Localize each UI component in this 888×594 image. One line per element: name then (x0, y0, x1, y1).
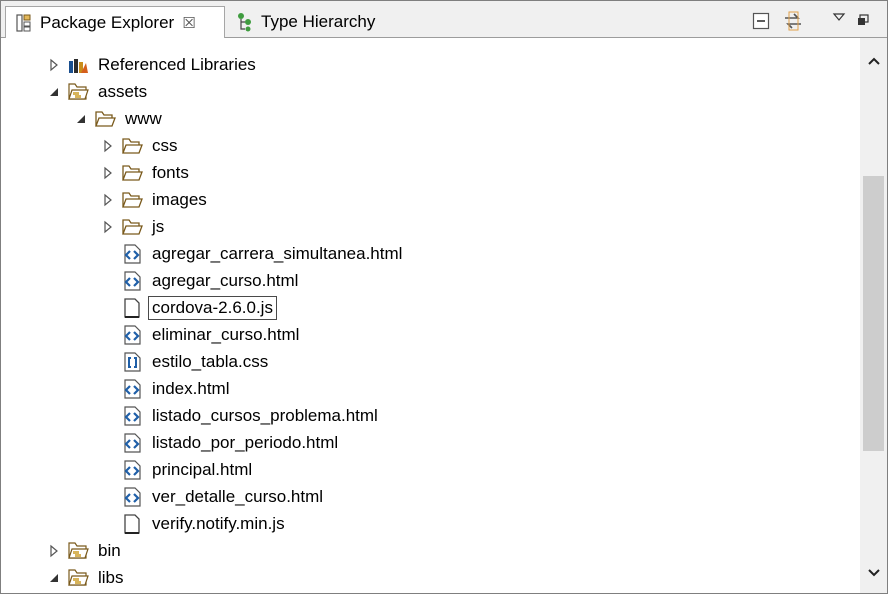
js-file-icon (121, 513, 143, 535)
folder-icon (121, 216, 143, 238)
tree-item[interactable]: agregar_curso.html (101, 267, 301, 294)
tree-item-label: index.html (152, 378, 230, 398)
collapse-all-icon[interactable] (750, 10, 772, 32)
tree-item[interactable]: libs (47, 564, 127, 591)
tree-item[interactable]: index.html (101, 375, 232, 402)
tree-item-label: Referenced Libraries (98, 54, 256, 74)
library-icon (67, 54, 89, 76)
tree-item-label: ver_detalle_curso.html (152, 486, 324, 506)
collapsed-arrow-icon[interactable] (101, 220, 115, 234)
tree-item-label: js (152, 216, 165, 236)
vertical-scrollbar[interactable] (860, 38, 887, 593)
tree-item-label: estilo_tabla.css (152, 351, 269, 371)
view-tab-bar: Package Explorer ☒ Type Hierarchy (1, 1, 887, 38)
tree-item[interactable]: bin (47, 537, 124, 564)
tree-item[interactable]: images (101, 186, 210, 213)
tree-item-label: agregar_curso.html (152, 270, 299, 290)
tab-package-explorer[interactable]: Package Explorer ☒ (5, 6, 225, 38)
tree-item[interactable]: verify.notify.min.js (101, 510, 288, 537)
html-file-icon (121, 378, 143, 400)
chevron-down-icon[interactable] (865, 564, 882, 581)
tree-item[interactable]: ver_detalle_curso.html (101, 483, 326, 510)
html-file-icon (121, 405, 143, 427)
html-file-icon (121, 432, 143, 454)
source-folder-icon (67, 540, 89, 562)
css-file-icon (121, 351, 143, 373)
collapsed-arrow-icon[interactable] (101, 139, 115, 153)
html-file-icon (121, 324, 143, 346)
chevron-up-icon[interactable] (865, 52, 882, 69)
view-menu-icon[interactable] (828, 6, 850, 28)
tree-item[interactable]: css (101, 132, 181, 159)
tree-item-label: listado_por_periodo.html (152, 432, 339, 452)
tree-item[interactable]: listado_cursos_problema.html (101, 402, 381, 429)
tree-item-label: agregar_carrera_simultanea.html (152, 243, 403, 263)
tree-item[interactable]: principal.html (101, 456, 255, 483)
tree-item[interactable]: cordova-2.6.0.js (101, 294, 277, 321)
collapsed-arrow-icon[interactable] (47, 544, 61, 558)
tree-item[interactable]: agregar_carrera_simultanea.html (101, 240, 405, 267)
tab-type-hierarchy[interactable]: Type Hierarchy (233, 7, 375, 36)
expanded-arrow-icon[interactable] (74, 112, 88, 126)
tree-item[interactable]: estilo_tabla.css (101, 348, 271, 375)
tree-item-label: assets (98, 81, 148, 101)
expanded-arrow-icon[interactable] (47, 85, 61, 99)
expanded-arrow-icon[interactable] (47, 571, 61, 585)
package-explorer-icon (14, 13, 34, 33)
folder-icon (94, 108, 116, 130)
tree-item[interactable]: listado_por_periodo.html (101, 429, 341, 456)
source-folder-icon (67, 81, 89, 103)
html-file-icon (121, 270, 143, 292)
tree-item-label: principal.html (152, 459, 253, 479)
collapsed-arrow-icon[interactable] (101, 193, 115, 207)
link-with-editor-icon[interactable] (782, 10, 804, 32)
tree-item-label: cordova-2.6.0.js (148, 295, 277, 320)
tree-item[interactable]: www (74, 105, 165, 132)
tree-item-label: bin (98, 540, 121, 560)
type-hierarchy-icon (235, 12, 255, 32)
tab-label: Type Hierarchy (261, 11, 376, 31)
tree-item[interactable]: eliminar_curso.html (101, 321, 302, 348)
tree-item-label: listado_cursos_problema.html (152, 405, 378, 425)
folder-icon (121, 189, 143, 211)
tree-item[interactable]: fonts (101, 159, 192, 186)
scrollbar-thumb[interactable] (863, 176, 884, 451)
tree-item-label: fonts (152, 162, 189, 182)
tree-item-label: verify.notify.min.js (152, 513, 285, 533)
folder-icon (121, 135, 143, 157)
tree-item-label: css (152, 135, 178, 155)
maximize-icon[interactable] (852, 9, 874, 31)
collapsed-arrow-icon[interactable] (47, 58, 61, 72)
package-explorer-view: Package Explorer ☒ Type Hierarchy Refere… (0, 0, 888, 594)
html-file-icon (121, 459, 143, 481)
html-file-icon (121, 486, 143, 508)
tree-item-label: www (125, 108, 162, 128)
tree-item[interactable]: assets (47, 78, 150, 105)
source-folder-icon (67, 567, 89, 589)
js-file-icon (121, 297, 143, 319)
collapsed-arrow-icon[interactable] (101, 166, 115, 180)
tree-item[interactable]: js (101, 213, 167, 240)
tree-item-label: libs (98, 567, 124, 587)
package-tree[interactable]: Referenced Libraries assets www css fonts ima… (1, 38, 859, 593)
tree-item-label: images (152, 189, 207, 209)
folder-icon (121, 162, 143, 184)
tab-label: Package Explorer (40, 12, 175, 32)
close-tab-icon[interactable]: ☒ (182, 14, 195, 32)
html-file-icon (121, 243, 143, 265)
tree-item[interactable]: Referenced Libraries (47, 51, 259, 78)
tree-item-label: eliminar_curso.html (152, 324, 300, 344)
